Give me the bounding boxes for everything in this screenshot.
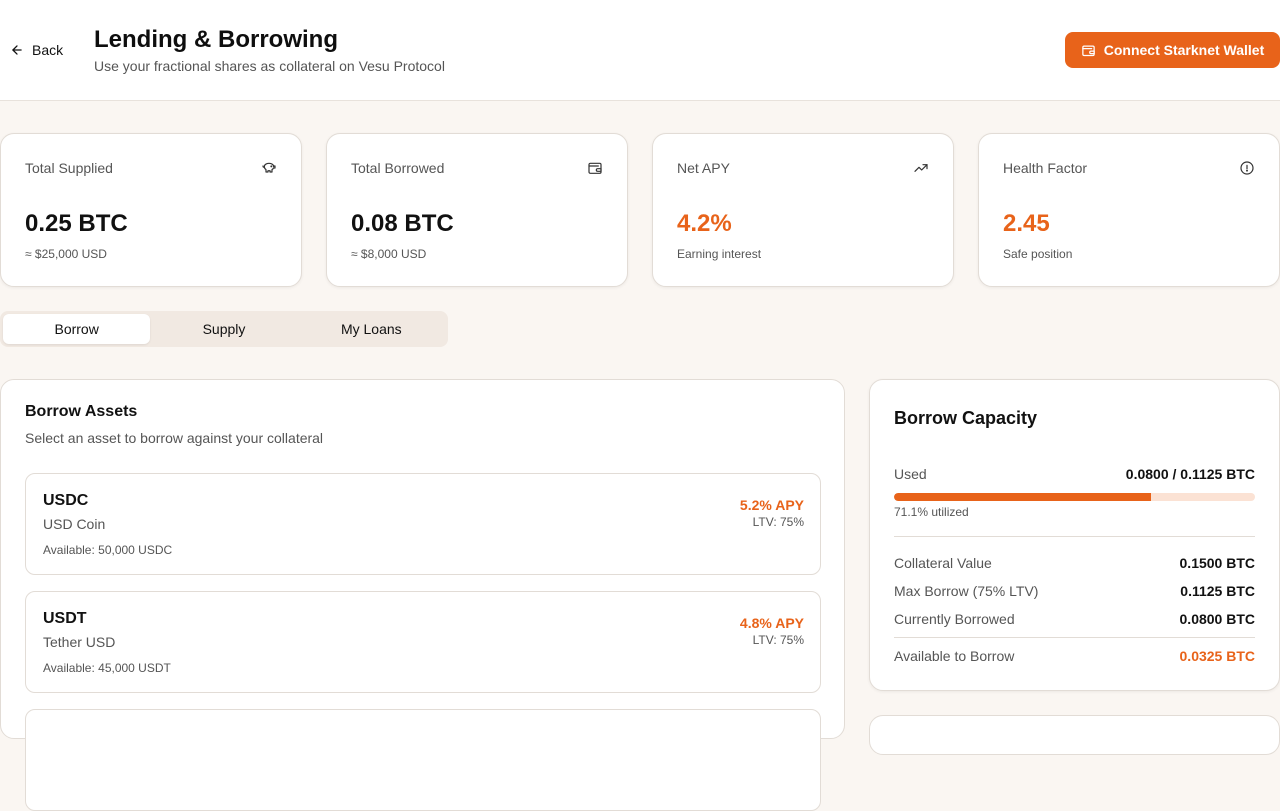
- asset-apy: 5.2% APY: [739, 497, 804, 513]
- borrow-assets-panel: Borrow Assets Select an asset to borrow …: [0, 379, 845, 811]
- stat-card-health-factor: Health Factor 2.45 Safe position: [978, 133, 1280, 287]
- divider: [894, 536, 1255, 537]
- panel-subtitle: Select an asset to borrow against your c…: [25, 430, 324, 446]
- capacity-row: Collateral Value 0.1500 BTC: [894, 555, 1255, 571]
- stat-sub: Safe position: [1003, 247, 1073, 261]
- row-label: Currently Borrowed: [894, 611, 1015, 627]
- arrow-left-icon: [12, 45, 22, 55]
- capacity-progress-bar: [894, 493, 1255, 501]
- row-label: Collateral Value: [894, 555, 992, 571]
- lending-tabs: Borrow Supply My Loans: [0, 311, 448, 347]
- stat-card-total-supplied: Total Supplied 0.25 BTC ≈ $25,000 USD: [0, 133, 302, 287]
- alert-circle-icon: [1240, 161, 1254, 175]
- page-title: Lending & Borrowing: [94, 26, 338, 53]
- available-label: Available to Borrow: [894, 648, 1015, 664]
- next-panel: [869, 715, 1280, 755]
- stat-label: Health Factor: [1003, 160, 1088, 176]
- stat-value: 4.2%: [677, 210, 732, 237]
- available-value: 0.0325 BTC: [1179, 648, 1255, 664]
- row-value: 0.1125 BTC: [1180, 583, 1255, 599]
- row-value: 0.1500 BTC: [1179, 555, 1255, 571]
- stat-value: 2.45: [1003, 210, 1050, 237]
- stat-value: 0.25 BTC: [25, 210, 128, 237]
- divider: [894, 637, 1255, 638]
- asset-ltv: LTV: 75%: [752, 633, 804, 647]
- row-value: 0.0800 BTC: [1179, 611, 1255, 627]
- panel-title: Borrow Assets: [25, 403, 138, 420]
- tab-my-loans[interactable]: My Loans: [298, 314, 445, 344]
- row-label: Max Borrow (75% LTV): [894, 583, 1039, 599]
- asset-ltv: LTV: 75%: [752, 515, 804, 529]
- back-label: Back: [32, 42, 64, 58]
- stat-sub: ≈ $25,000 USD: [25, 247, 107, 261]
- utilized-text: 71.1% utilized: [894, 505, 969, 519]
- asset-name: Tether USD: [43, 634, 116, 650]
- trending-up-icon: [914, 164, 928, 172]
- used-label: Used: [894, 466, 927, 482]
- connect-wallet-label: Connect Starknet Wallet: [1103, 42, 1265, 58]
- asset-available: Available: 45,000 USDT: [43, 661, 171, 675]
- tab-borrow[interactable]: Borrow: [3, 314, 151, 344]
- stat-label: Total Supplied: [25, 160, 113, 176]
- stat-label: Net APY: [677, 160, 730, 176]
- asset-name: USD Coin: [43, 516, 106, 532]
- asset-card-next[interactable]: [25, 709, 821, 811]
- asset-symbol: USDT: [43, 610, 87, 627]
- stat-label: Total Borrowed: [351, 160, 445, 176]
- asset-card-usdt[interactable]: USDT Tether USD Available: 45,000 USDT 4…: [25, 591, 821, 693]
- stat-sub: Earning interest: [677, 247, 762, 261]
- capacity-title: Borrow Capacity: [894, 408, 1038, 428]
- page-subtitle: Use your fractional shares as collateral…: [94, 58, 445, 74]
- wallet-icon: [588, 162, 602, 174]
- stat-sub: ≈ $8,000 USD: [351, 247, 427, 261]
- capacity-progress-fill: [894, 493, 1151, 501]
- tab-supply[interactable]: Supply: [150, 314, 297, 344]
- connect-wallet-button[interactable]: Connect Starknet Wallet: [1065, 32, 1280, 68]
- capacity-row: Currently Borrowed 0.0800 BTC: [894, 611, 1255, 627]
- stat-card-total-borrowed: Total Borrowed 0.08 BTC ≈ $8,000 USD: [326, 133, 628, 287]
- wallet-icon: [1081, 45, 1095, 56]
- piggy-bank-icon: [262, 162, 276, 173]
- asset-card-usdc[interactable]: USDC USD Coin Available: 50,000 USDC 5.2…: [25, 473, 821, 575]
- borrow-capacity-panel: Borrow Capacity Used 0.0800 / 0.1125 BTC…: [869, 379, 1280, 691]
- capacity-used-row: Used 0.0800 / 0.1125 BTC: [894, 466, 1255, 482]
- stat-card-net-apy: Net APY 4.2% Earning interest: [652, 133, 954, 287]
- page-header: Back Lending & Borrowing Use your fracti…: [0, 0, 1280, 101]
- title-block: Lending & Borrowing Use your fractional …: [94, 26, 445, 74]
- back-button[interactable]: Back: [10, 40, 63, 60]
- used-value: 0.0800 / 0.1125 BTC: [1125, 466, 1255, 482]
- stat-value: 0.08 BTC: [351, 210, 454, 237]
- capacity-row: Max Borrow (75% LTV) 0.1125 BTC: [894, 583, 1255, 599]
- asset-apy: 4.8% APY: [739, 615, 804, 631]
- asset-symbol: USDC: [43, 492, 89, 509]
- available-to-borrow-row: Available to Borrow 0.0325 BTC: [894, 648, 1255, 664]
- asset-available: Available: 50,000 USDC: [43, 543, 173, 557]
